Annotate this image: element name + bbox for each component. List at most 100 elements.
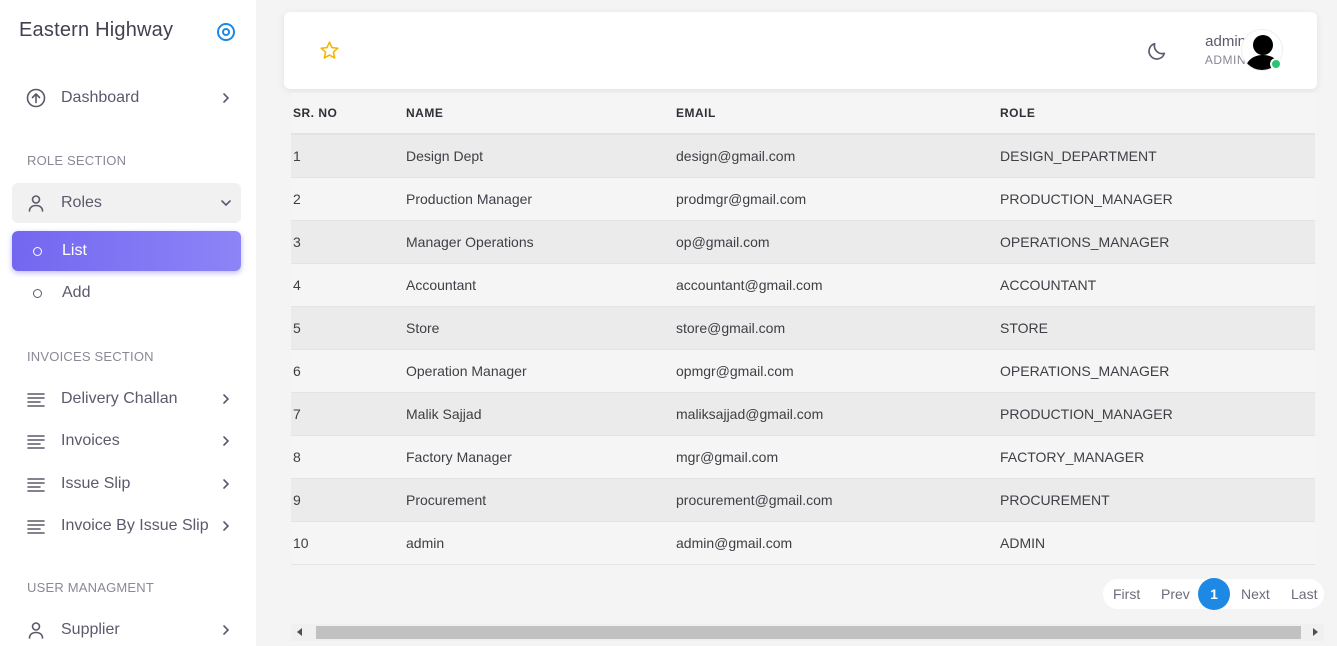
column-header[interactable]: NAME [406, 93, 676, 135]
star-icon[interactable] [319, 40, 340, 61]
cell-sr-no: 5 [291, 306, 406, 350]
sidebar-item-label: Supplier [61, 621, 120, 638]
table-row[interactable]: 6 Operation Manager opmgr@gmail.com OPER… [291, 349, 1315, 393]
cell-sr-no: 1 [291, 134, 406, 178]
scroll-right-arrow-icon[interactable] [1313, 628, 1318, 636]
sidebar-item-label: Issue Slip [61, 475, 131, 492]
user-name: admin [1205, 33, 1246, 50]
cell-name: Store [406, 306, 676, 350]
user-icon [28, 622, 44, 639]
cell-name: Procurement [406, 478, 676, 522]
table-row[interactable]: 4 Accountant accountant@gmail.com ACCOUN… [291, 263, 1315, 307]
online-status-dot [1270, 58, 1282, 70]
cell-name: admin [406, 521, 676, 565]
table-row[interactable]: 2 Production Manager prodmgr@gmail.com P… [291, 177, 1315, 221]
table-header-row: SR. NO NAME EMAIL ROLE [291, 93, 1315, 135]
sidebar-toggle-icon[interactable] [217, 23, 235, 41]
cell-role: FACTORY_MANAGER [1000, 435, 1315, 479]
sidebar-item-label: List [62, 242, 87, 259]
sidebar-item-roles-list[interactable]: List [12, 231, 241, 271]
chevron-right-icon [223, 521, 230, 531]
sidebar-item-label: Invoice By Issue Slip [61, 517, 209, 534]
lines-icon [27, 435, 45, 449]
cell-name: Production Manager [406, 177, 676, 221]
cell-sr-no: 7 [291, 392, 406, 436]
pagination-first[interactable]: First [1113, 586, 1140, 602]
cell-email: maliksajjad@gmail.com [676, 392, 1000, 436]
cell-email: op@gmail.com [676, 220, 1000, 264]
user-icon [28, 195, 44, 212]
column-header[interactable]: ROLE [1000, 93, 1315, 135]
sidebar-item-roles-add[interactable]: Add [12, 273, 241, 313]
chevron-right-icon [223, 436, 230, 446]
lines-icon [27, 393, 45, 407]
column-header[interactable]: SR. NO [291, 93, 406, 135]
cell-sr-no: 6 [291, 349, 406, 393]
table-row[interactable]: 7 Malik Sajjad maliksajjad@gmail.com PRO… [291, 392, 1315, 436]
sidebar-item-invoices[interactable]: Invoices [12, 421, 241, 461]
table-row[interactable]: 8 Factory Manager mgr@gmail.com FACTORY_… [291, 435, 1315, 479]
sidebar-item-label: Dashboard [61, 89, 140, 106]
cell-name: Manager Operations [406, 220, 676, 264]
cell-role: STORE [1000, 306, 1315, 350]
cell-email: accountant@gmail.com [676, 263, 1000, 307]
cell-sr-no: 9 [291, 478, 406, 522]
sidebar-item-label: Roles [61, 194, 102, 211]
cell-role: OPERATIONS_MANAGER [1000, 349, 1315, 393]
chevron-right-icon [223, 394, 230, 404]
sidebar: Eastern Highway Dashboard ROLE SECTION R… [0, 0, 256, 646]
moon-icon[interactable] [1146, 40, 1168, 62]
user-role: ADMIN [1204, 53, 1246, 67]
pagination-next[interactable]: Next [1241, 586, 1270, 602]
sidebar-item-label: Add [62, 284, 91, 301]
cell-role: ACCOUNTANT [1000, 263, 1315, 307]
sidebar-item-issue-slip[interactable]: Issue Slip [12, 464, 241, 504]
scroll-left-arrow-icon[interactable] [297, 628, 302, 636]
cell-name: Design Dept [406, 134, 676, 178]
sidebar-item-invoice-by-issue-slip[interactable]: Invoice By Issue Slip [12, 506, 241, 546]
cell-sr-no: 8 [291, 435, 406, 479]
cell-email: store@gmail.com [676, 306, 1000, 350]
section-title-users: USER MANAGMENT [27, 580, 155, 595]
cell-name: Factory Manager [406, 435, 676, 479]
cell-sr-no: 4 [291, 263, 406, 307]
cell-sr-no: 10 [291, 521, 406, 565]
cell-name: Operation Manager [406, 349, 676, 393]
table-row[interactable]: 5 Store store@gmail.com STORE [291, 306, 1315, 350]
table-row[interactable]: 9 Procurement procurement@gmail.com PROC… [291, 478, 1315, 522]
lines-icon [27, 478, 45, 492]
chevron-down-icon [221, 200, 231, 207]
sidebar-item-dashboard[interactable]: Dashboard [12, 78, 241, 118]
cell-role: PRODUCTION_MANAGER [1000, 392, 1315, 436]
cell-email: mgr@gmail.com [676, 435, 1000, 479]
cell-role: PROCUREMENT [1000, 478, 1315, 522]
table-row[interactable]: 1 Design Dept design@gmail.com DESIGN_DE… [291, 134, 1315, 178]
cell-sr-no: 2 [291, 177, 406, 221]
roles-table: SR. NO NAME EMAIL ROLE 1 Design Dept des… [291, 93, 1315, 565]
table-row[interactable]: 10 admin admin@gmail.com ADMIN [291, 521, 1315, 565]
pagination-last[interactable]: Last [1291, 586, 1317, 602]
sidebar-item-roles[interactable]: Roles [12, 183, 241, 223]
circle-bullet-icon [33, 289, 42, 298]
cell-role: PRODUCTION_MANAGER [1000, 177, 1315, 221]
table-row[interactable]: 3 Manager Operations op@gmail.com OPERAT… [291, 220, 1315, 264]
chevron-right-icon [223, 93, 230, 103]
cell-name: Accountant [406, 263, 676, 307]
cell-email: admin@gmail.com [676, 521, 1000, 565]
app-title: Eastern Highway [19, 19, 174, 41]
horizontal-scrollbar[interactable] [291, 624, 1324, 641]
circle-bullet-icon [33, 247, 42, 256]
sidebar-item-delivery-challan[interactable]: Delivery Challan [12, 379, 241, 419]
cell-email: design@gmail.com [676, 134, 1000, 178]
cell-email: opmgr@gmail.com [676, 349, 1000, 393]
cell-sr-no: 3 [291, 220, 406, 264]
chevron-right-icon [223, 625, 230, 635]
sidebar-item-supplier[interactable]: Supplier [12, 610, 241, 646]
scrollbar-thumb[interactable] [316, 626, 1301, 639]
column-header[interactable]: EMAIL [676, 93, 1000, 135]
cell-role: ADMIN [1000, 521, 1315, 565]
cell-email: procurement@gmail.com [676, 478, 1000, 522]
pagination-page-current[interactable]: 1 [1198, 578, 1230, 610]
pagination-prev[interactable]: Prev [1161, 586, 1190, 602]
sidebar-item-label: Invoices [61, 432, 120, 449]
